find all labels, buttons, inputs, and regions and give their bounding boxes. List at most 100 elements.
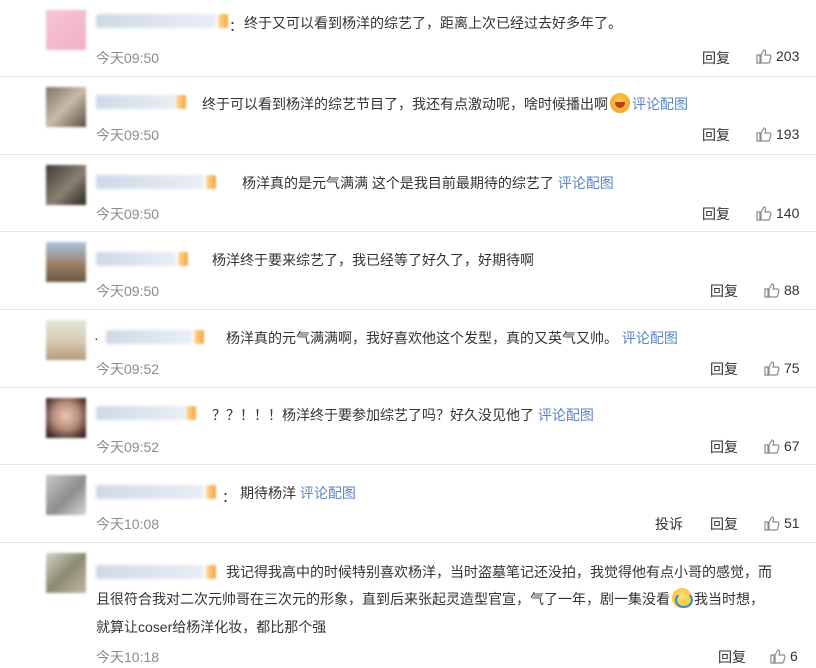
comment-text-content: 我当时想， xyxy=(694,591,764,607)
comment-text-content: 杨洋真的元气满满啊，我好喜欢他这个发型，真的又英气又帅。 xyxy=(226,330,618,346)
username[interactable] xyxy=(96,175,204,189)
comment-list: ： 终于又可以看到杨洋的综艺了，距离上次已经过去好多年了。 今天09:50 回复… xyxy=(0,0,816,668)
reply-button[interactable]: 回复 xyxy=(702,204,730,224)
like-count: 67 xyxy=(784,438,800,454)
comment-time: 今天10:08 xyxy=(96,516,160,532)
comment-text-line: 且很符合我对二次元帅哥在三次元的形象，直到后来张起灵造型官宣，气了一年，剧一集没… xyxy=(96,586,764,612)
vip-badge-icon xyxy=(206,175,216,189)
reply-button[interactable]: 回复 xyxy=(710,514,738,534)
thumbs-up-icon xyxy=(756,49,772,64)
comment-text: 期待杨洋 评论配图 xyxy=(240,480,356,506)
comment-text-content: 期待杨洋 xyxy=(240,485,296,501)
reply-button[interactable]: 回复 xyxy=(710,359,738,379)
avatar[interactable] xyxy=(46,165,86,205)
like-count: 140 xyxy=(776,205,800,221)
like-count: 193 xyxy=(776,126,800,142)
avatar[interactable] xyxy=(46,320,86,360)
comment-time: 今天09:52 xyxy=(96,439,160,455)
like-button[interactable]: 6 xyxy=(770,648,798,664)
thumbs-up-icon xyxy=(764,439,780,454)
laugh-cry-face-icon xyxy=(672,588,693,608)
like-button[interactable]: 75 xyxy=(764,360,800,376)
reply-button[interactable]: 回复 xyxy=(710,281,738,301)
like-button[interactable]: 193 xyxy=(756,126,799,142)
vip-badge-icon xyxy=(194,330,204,344)
like-button[interactable]: 203 xyxy=(756,48,799,64)
comment-text: 终于又可以看到杨洋的综艺了，距离上次已经过去好多年了。 xyxy=(244,15,622,31)
comment-image-link[interactable]: 评论配图 xyxy=(622,330,678,346)
like-count: 203 xyxy=(776,48,800,64)
comment-item: ： 终于又可以看到杨洋的综艺了，距离上次已经过去好多年了。 今天09:50 回复… xyxy=(0,0,816,77)
comment-text: 杨洋真的元气满满啊，我好喜欢他这个发型，真的又英气又帅。 评论配图 xyxy=(226,325,678,351)
comment-text: 杨洋终于要来综艺了，我已经等了好久了，好期待啊 xyxy=(212,252,534,268)
comment-time: 今天09:50 xyxy=(96,50,160,66)
avatar[interactable] xyxy=(46,475,86,515)
comment-item: 终于可以看到杨洋的综艺节目了，我还有点激动呢，啥时候播出啊 评论配图 今天09:5… xyxy=(0,77,816,155)
comment-item: 杨洋真的是元气满满 这个是我目前最期待的综艺了 评论配图 今天09:50 回复 … xyxy=(0,155,816,232)
like-button[interactable]: 67 xyxy=(764,438,800,454)
vip-badge-icon xyxy=(218,14,228,28)
comment-time: 今天09:50 xyxy=(96,283,160,299)
username[interactable] xyxy=(96,95,176,109)
comment-item: ？？！！！杨洋终于要参加综艺了吗？好久没见他了 评论配图 今天09:52 回复 … xyxy=(0,388,816,465)
username[interactable] xyxy=(96,485,204,499)
dot: · xyxy=(94,330,99,346)
colon: ： xyxy=(222,489,236,505)
comment-time: 今天09:52 xyxy=(96,361,160,377)
thumbs-up-icon xyxy=(770,649,786,664)
vip-badge-icon xyxy=(206,485,216,499)
avatar[interactable] xyxy=(46,242,86,282)
like-count: 6 xyxy=(790,648,798,664)
report-button[interactable]: 投诉 xyxy=(655,514,683,534)
comment-text: 杨洋真的是元气满满 这个是我目前最期待的综艺了 评论配图 xyxy=(242,170,614,196)
comment-text-content: 且很符合我对二次元帅哥在三次元的形象，直到后来张起灵造型官宣，气了一年，剧一集没… xyxy=(96,591,670,607)
avatar[interactable] xyxy=(46,10,86,50)
comment-text-content: 杨洋真的是元气满满 这个是我目前最期待的综艺了 xyxy=(242,175,554,191)
like-count: 88 xyxy=(784,282,800,298)
username[interactable] xyxy=(96,565,204,579)
comment-item: 我记得我高中的时候特别喜欢杨洋，当时盗墓笔记还没拍，我觉得他有点小哥的感觉，而 … xyxy=(0,543,816,668)
comment-text-line: 我记得我高中的时候特别喜欢杨洋，当时盗墓笔记还没拍，我觉得他有点小哥的感觉，而 xyxy=(226,564,772,580)
username[interactable] xyxy=(106,330,192,344)
comment-time: 今天09:50 xyxy=(96,206,160,222)
thumbs-up-icon xyxy=(764,516,780,531)
comment-text-content: 终于可以看到杨洋的综艺节目了，我还有点激动呢，啥时候播出啊 xyxy=(202,96,608,112)
avatar[interactable] xyxy=(46,87,86,127)
thumbs-up-icon xyxy=(764,361,780,376)
reply-button[interactable]: 回复 xyxy=(702,125,730,145)
comment-text: ？？！！！杨洋终于要参加综艺了吗？好久没见他了 评论配图 xyxy=(212,402,594,428)
comment-item: · 杨洋真的元气满满啊，我好喜欢他这个发型，真的又英气又帅。 评论配图 今天09… xyxy=(0,310,816,388)
like-count: 75 xyxy=(784,360,800,376)
reply-button[interactable]: 回复 xyxy=(702,48,730,68)
comment-text-content: ？？！！！杨洋终于要参加综艺了吗？好久没见他了 xyxy=(212,407,534,423)
avatar[interactable] xyxy=(46,553,86,593)
username[interactable] xyxy=(96,406,186,420)
vip-badge-icon xyxy=(176,95,186,109)
like-button[interactable]: 51 xyxy=(764,515,800,531)
reply-button[interactable]: 回复 xyxy=(710,437,738,457)
vip-badge-icon xyxy=(186,406,196,420)
reply-button[interactable]: 回复 xyxy=(718,647,746,667)
comment-text-line: 就算让coser给杨洋化妆，都比那个强 xyxy=(96,619,327,635)
comment-image-link[interactable]: 评论配图 xyxy=(300,485,356,501)
comment-image-link[interactable]: 评论配图 xyxy=(538,407,594,423)
like-button[interactable]: 88 xyxy=(764,282,800,298)
thumbs-up-icon xyxy=(756,206,772,221)
like-button[interactable]: 140 xyxy=(756,205,799,221)
comment-text: 终于可以看到杨洋的综艺节目了，我还有点激动呢，啥时候播出啊 评论配图 xyxy=(202,91,688,117)
thumbs-up-icon xyxy=(764,283,780,298)
thumbs-up-icon xyxy=(756,127,772,142)
username[interactable] xyxy=(96,14,216,28)
vip-badge-icon xyxy=(206,565,216,579)
comment-image-link[interactable]: 评论配图 xyxy=(558,175,614,191)
cry-face-icon xyxy=(610,93,630,113)
comment-image-link[interactable]: 评论配图 xyxy=(632,96,688,112)
avatar[interactable] xyxy=(46,398,86,438)
comment-item: ： 期待杨洋 评论配图 今天10:08 投诉 回复 51 xyxy=(0,465,816,543)
vip-badge-icon xyxy=(178,252,188,266)
username[interactable] xyxy=(96,252,176,266)
comment-time: 今天09:50 xyxy=(96,127,160,143)
comment-item: 杨洋终于要来综艺了，我已经等了好久了，好期待啊 今天09:50 回复 88 xyxy=(0,232,816,310)
comment-time: 今天10:18 xyxy=(96,649,160,665)
colon: ： xyxy=(229,18,243,34)
